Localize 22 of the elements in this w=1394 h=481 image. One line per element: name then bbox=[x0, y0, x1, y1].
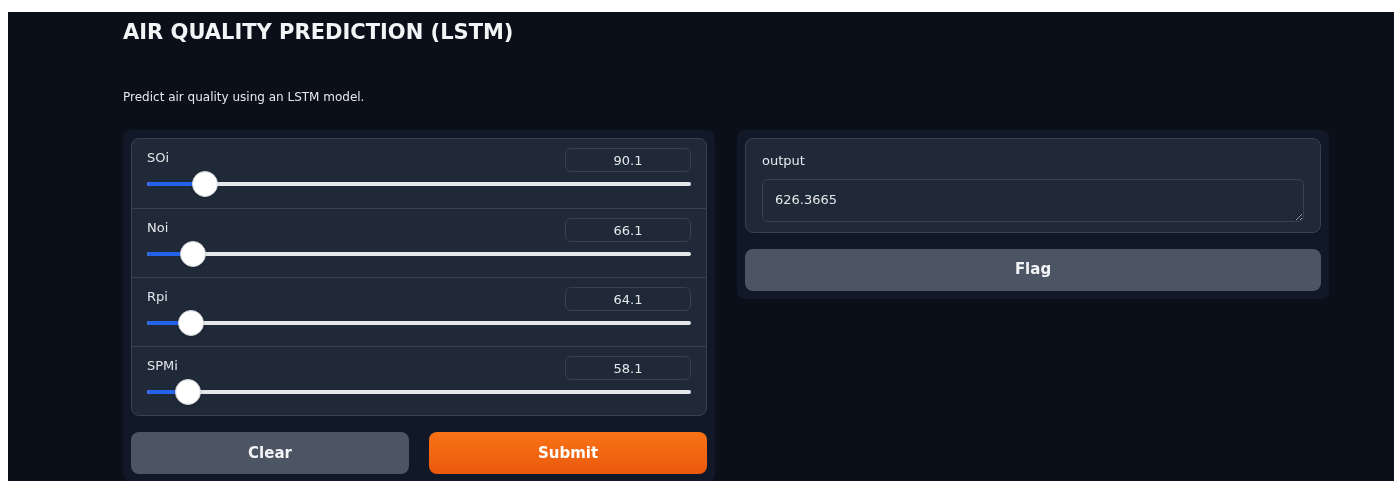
number-field[interactable]: 66.1 bbox=[565, 218, 691, 242]
slider-thumb[interactable] bbox=[192, 171, 219, 197]
slider-label: Noi bbox=[147, 219, 169, 237]
output-label: output bbox=[762, 152, 805, 170]
slider[interactable] bbox=[147, 171, 691, 197]
page-title: AIR QUALITY PREDICTION (LSTM) bbox=[123, 19, 514, 46]
number-field[interactable]: 64.1 bbox=[565, 287, 691, 311]
slider[interactable] bbox=[147, 310, 691, 336]
number-field[interactable]: 90.1 bbox=[565, 148, 691, 172]
slider[interactable] bbox=[147, 379, 691, 405]
slider-thumb[interactable] bbox=[178, 310, 205, 336]
description: Predict air quality using an LSTM model. bbox=[123, 89, 365, 106]
number-field[interactable]: 58.1 bbox=[565, 356, 691, 380]
slider[interactable] bbox=[147, 241, 691, 267]
slider-thumb[interactable] bbox=[175, 379, 202, 405]
slider-label: Rpi bbox=[147, 288, 168, 306]
slider-label: SOi bbox=[147, 149, 170, 167]
clear-button[interactable]: Clear bbox=[131, 432, 409, 474]
slider-thumb[interactable] bbox=[180, 241, 207, 267]
output-field[interactable]: 626.3665 bbox=[762, 178, 1304, 222]
flag-button[interactable]: Flag bbox=[745, 248, 1321, 291]
slider-label: SPMi bbox=[147, 357, 178, 375]
